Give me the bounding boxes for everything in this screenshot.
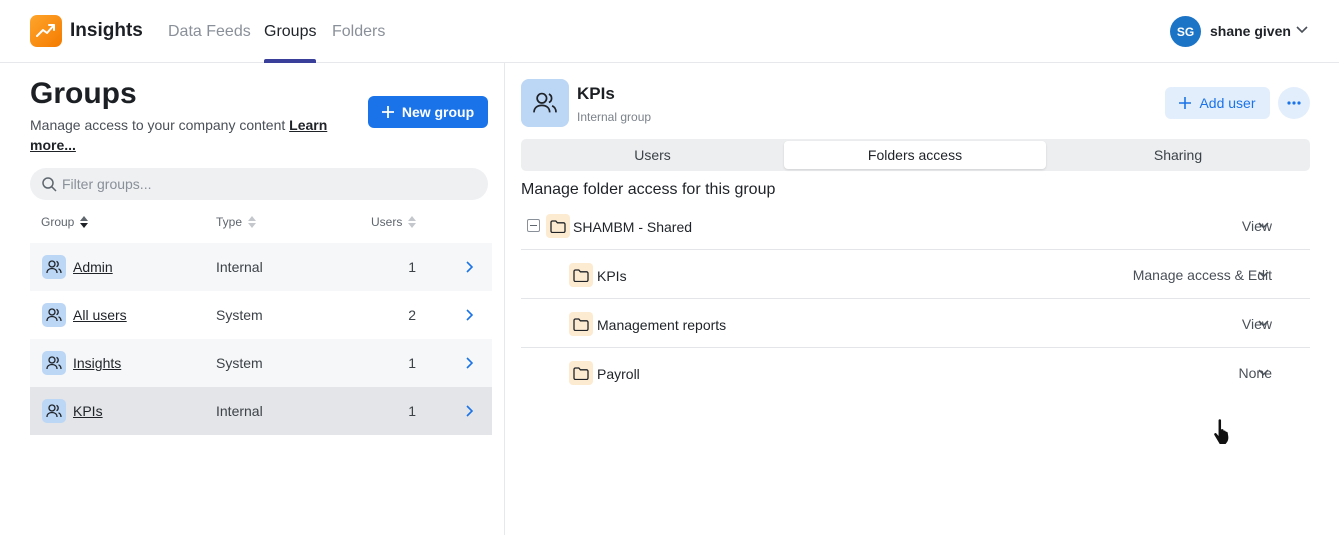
folder-icon (569, 361, 593, 385)
chevron-down-icon[interactable] (1258, 271, 1269, 278)
section-title: Manage folder access for this group (521, 181, 776, 198)
group-user-count: 2 (408, 307, 416, 323)
group-users-icon (521, 79, 569, 127)
chevron-right-icon[interactable] (466, 405, 473, 417)
column-header-users[interactable]: Users (371, 215, 417, 229)
detail-tabs: Users Folders access Sharing (521, 139, 1310, 171)
chevron-down-icon[interactable] (1258, 222, 1269, 229)
chevron-down-icon[interactable] (1258, 369, 1269, 376)
collapse-icon[interactable] (527, 219, 540, 232)
new-group-label: New group (401, 104, 475, 120)
chevron-down-icon[interactable] (1296, 26, 1308, 34)
group-type: Internal (216, 259, 263, 275)
users-icon (42, 399, 66, 423)
table-row[interactable]: Admin Internal 1 (30, 243, 492, 291)
tab-users[interactable]: Users (523, 141, 782, 169)
column-header-type[interactable]: Type (216, 215, 257, 229)
group-title: KPIs (577, 84, 615, 103)
folder-row: Management reports View (521, 299, 1310, 348)
chevron-right-icon[interactable] (466, 261, 473, 273)
page-description: Manage access to your company content Le… (30, 115, 340, 155)
group-type: Internal (216, 403, 263, 419)
group-name-link[interactable]: KPIs (73, 403, 103, 419)
column-header-label: Type (216, 215, 243, 229)
group-name-link[interactable]: Insights (73, 355, 121, 371)
group-subtitle: Internal group (577, 110, 652, 124)
folder-row: Payroll None (521, 348, 1310, 397)
folder-name: Management reports (597, 317, 727, 333)
nav-tab-folders[interactable]: Folders (332, 23, 385, 41)
folder-row: SHAMBM - Shared View (521, 201, 1310, 250)
search-icon (42, 177, 57, 192)
folder-name: Payroll (597, 366, 640, 382)
plus-icon (1179, 97, 1192, 109)
sort-icon (80, 216, 89, 228)
top-navigation-bar: Insights Data Feeds Groups Folders SG sh… (0, 0, 1339, 63)
column-header-label: Group (41, 215, 75, 229)
add-user-button[interactable]: Add user (1165, 87, 1270, 119)
group-type: System (216, 355, 263, 371)
filter-groups-field[interactable] (30, 168, 488, 200)
plus-icon (381, 106, 394, 118)
hand-cursor-icon (1213, 418, 1230, 446)
sort-icon (408, 216, 417, 228)
user-name[interactable]: shane given (1210, 23, 1291, 39)
chevron-right-icon[interactable] (466, 309, 473, 321)
column-header-label: Users (371, 215, 403, 229)
description-text: Manage access to your company content (30, 117, 286, 133)
new-group-button[interactable]: New group (368, 96, 488, 128)
table-row[interactable]: All users System 2 (30, 291, 492, 339)
users-icon (42, 351, 66, 375)
chevron-down-icon[interactable] (1258, 320, 1269, 327)
sort-icon (248, 216, 257, 228)
more-options-icon[interactable] (1278, 87, 1310, 119)
folder-icon (569, 312, 593, 336)
column-header-group[interactable]: Group (41, 215, 89, 229)
group-user-count: 1 (408, 403, 416, 419)
page-title: Groups (30, 77, 137, 110)
table-row-selected[interactable]: KPIs Internal 1 (30, 387, 492, 435)
insights-logo-icon[interactable] (30, 15, 62, 47)
panel-divider (504, 63, 505, 535)
users-icon (42, 303, 66, 327)
group-name-link[interactable]: Admin (73, 259, 113, 275)
nav-tab-data-feeds[interactable]: Data Feeds (168, 23, 251, 41)
folder-name: KPIs (597, 268, 627, 284)
folder-icon (546, 214, 570, 238)
group-type: System (216, 307, 263, 323)
folder-name: SHAMBM - Shared (573, 219, 693, 235)
active-tab-indicator (264, 59, 316, 63)
app-name: Insights (70, 20, 143, 41)
nav-tab-groups[interactable]: Groups (264, 23, 316, 41)
group-user-count: 1 (408, 355, 416, 371)
avatar[interactable]: SG (1170, 16, 1201, 47)
table-row[interactable]: Insights System 1 (30, 339, 492, 387)
tab-folders-access[interactable]: Folders access (784, 141, 1046, 169)
permission-dropdown[interactable]: Manage access & Edit (1133, 267, 1272, 283)
group-name-link[interactable]: All users (73, 307, 127, 323)
folder-icon (569, 263, 593, 287)
group-user-count: 1 (408, 259, 416, 275)
chevron-right-icon[interactable] (466, 357, 473, 369)
add-user-label: Add user (1199, 95, 1256, 111)
users-icon (42, 255, 66, 279)
tab-sharing[interactable]: Sharing (1048, 141, 1308, 169)
filter-groups-input[interactable] (62, 168, 462, 200)
folder-row: KPIs Manage access & Edit (521, 250, 1310, 299)
